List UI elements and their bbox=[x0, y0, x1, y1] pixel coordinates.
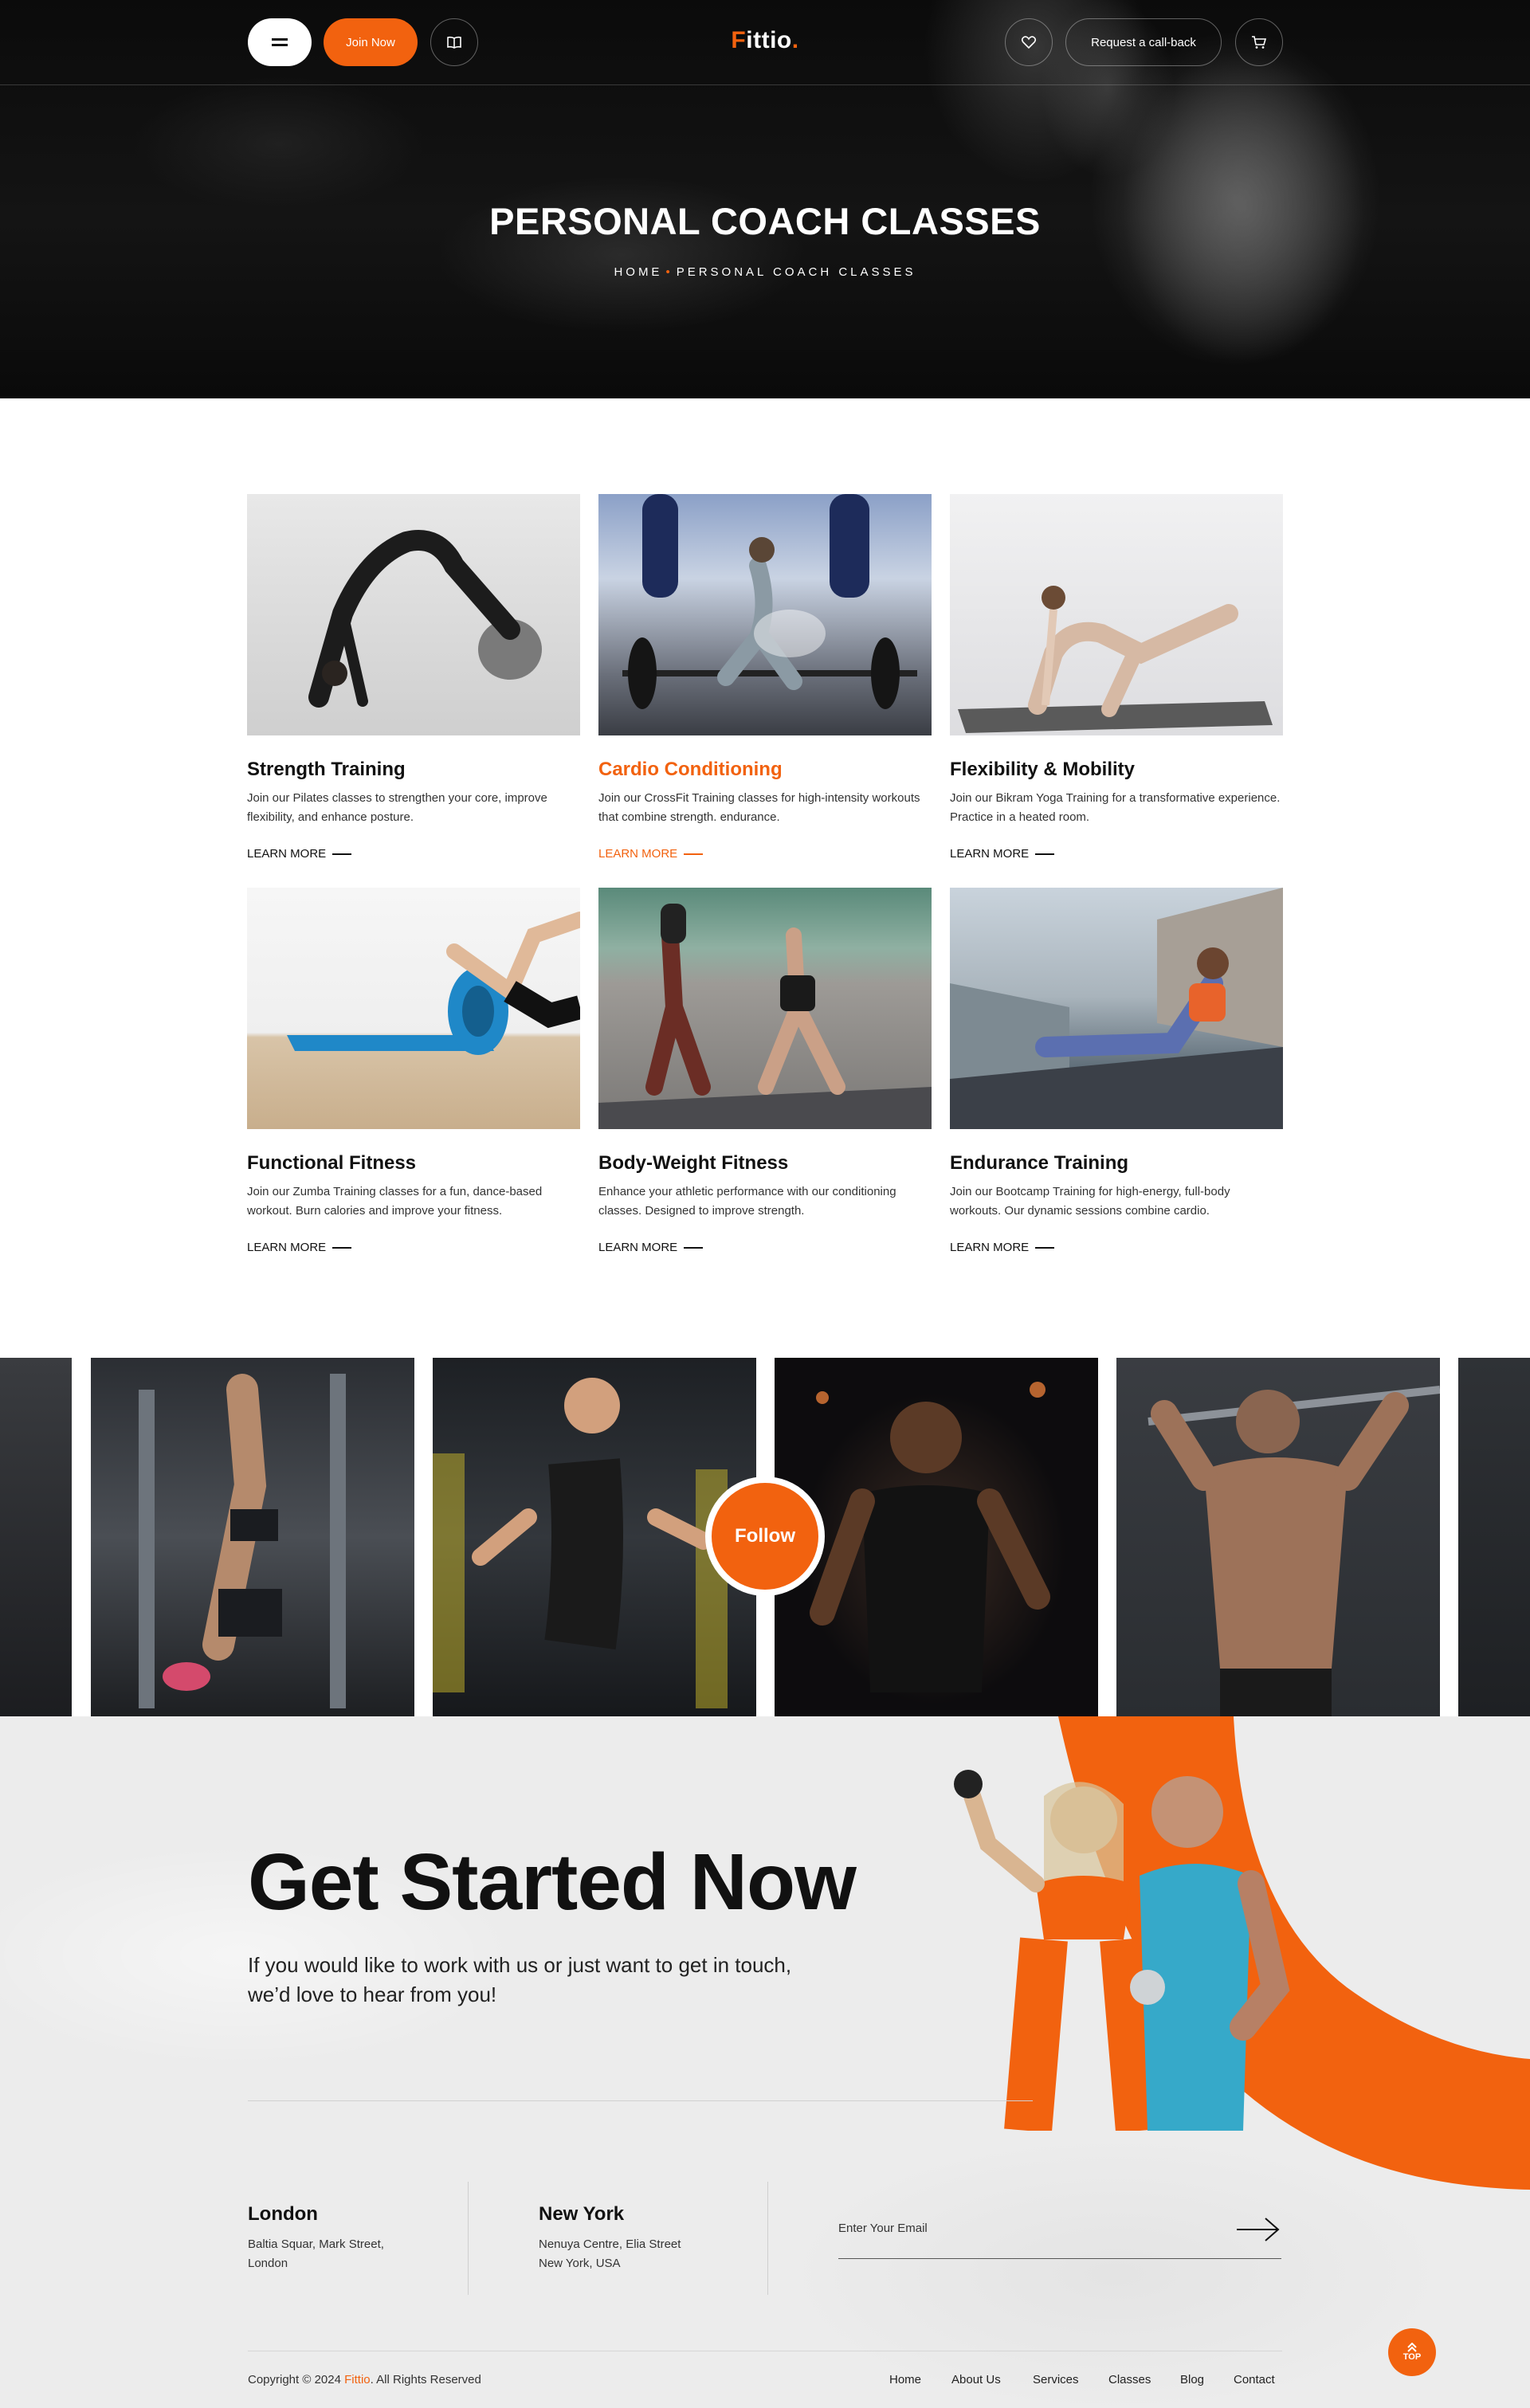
cta-subtitle: If you would like to work with us or jus… bbox=[248, 1953, 792, 2006]
office-city: New York bbox=[539, 2203, 625, 2225]
brand-logo[interactable]: Fittio. bbox=[685, 27, 845, 54]
class-description: Join our Zumba Training classes for a fu… bbox=[247, 1185, 543, 1218]
class-title[interactable]: Functional Fitness bbox=[247, 1152, 580, 1175]
page-title: PERSONAL COACH CLASSES bbox=[489, 200, 1041, 242]
follow-button[interactable]: Follow bbox=[705, 1477, 825, 1596]
double-chevron-up-icon bbox=[1407, 2343, 1417, 2352]
class-image[interactable] bbox=[247, 888, 580, 1129]
book-icon bbox=[447, 36, 461, 49]
gallery-image[interactable] bbox=[0, 1358, 72, 1716]
footer-link-classes[interactable]: Classes bbox=[1108, 2373, 1151, 2386]
dash-icon bbox=[684, 853, 704, 855]
class-card-bodyweight: Body-Weight Fitness Enhance your athleti… bbox=[598, 888, 932, 1254]
class-title[interactable]: Flexibility & Mobility bbox=[950, 759, 1283, 781]
top-navigation: Join Now Fittio. Request a call-back bbox=[0, 0, 1530, 85]
divider bbox=[248, 2100, 1033, 2101]
get-started-section bbox=[0, 1716, 1530, 2408]
back-to-top-label: TOP bbox=[1402, 2352, 1422, 2362]
office-city: London bbox=[248, 2203, 318, 2225]
class-description: Join our Bootcamp Training for high-ener… bbox=[950, 1185, 1230, 1218]
class-title[interactable]: Endurance Training bbox=[950, 1152, 1283, 1175]
learn-more-link[interactable]: LEARN MORE bbox=[598, 847, 932, 861]
office-new-york: New York Nenuya Centre, Elia Street New Y… bbox=[539, 2203, 738, 2273]
footer-link-services[interactable]: Services bbox=[1033, 2373, 1079, 2386]
request-callback-button[interactable]: Request a call-back bbox=[1065, 18, 1222, 66]
class-title[interactable]: Body-Weight Fitness bbox=[598, 1152, 932, 1175]
class-image[interactable] bbox=[950, 494, 1283, 735]
copyright-brand-link[interactable]: Fittio bbox=[344, 2373, 371, 2386]
back-to-top-button[interactable]: TOP bbox=[1388, 2328, 1436, 2376]
class-card-endurance: Endurance Training Join our Bootcamp Tra… bbox=[950, 888, 1283, 1254]
class-image[interactable] bbox=[950, 888, 1283, 1129]
class-card-cardio: Cardio Conditioning Join our CrossFit Tr… bbox=[598, 494, 932, 861]
class-image[interactable] bbox=[598, 888, 932, 1129]
hero-banner: Join Now Fittio. Request a call-back PER… bbox=[0, 0, 1530, 398]
wishlist-button[interactable] bbox=[1005, 18, 1053, 66]
copyright: Copyright © 2024 Fittio. All Rights Rese… bbox=[248, 2373, 481, 2386]
breadcrumb-separator: • bbox=[665, 265, 673, 279]
class-title[interactable]: Strength Training bbox=[247, 759, 580, 781]
class-image[interactable] bbox=[247, 494, 580, 735]
gallery-image[interactable] bbox=[91, 1358, 414, 1716]
email-input-underline bbox=[838, 2258, 1281, 2259]
cart-button[interactable] bbox=[1235, 18, 1283, 66]
dash-icon bbox=[684, 1246, 704, 1249]
class-card-strength: Strength Training Join our Pilates class… bbox=[247, 494, 580, 861]
learn-more-link[interactable]: LEARN MORE bbox=[950, 847, 1283, 861]
office-address: Baltia Squar, Mark Street, London bbox=[248, 2237, 384, 2270]
divider bbox=[468, 2182, 469, 2295]
class-image[interactable] bbox=[598, 494, 932, 735]
footer-link-about[interactable]: About Us bbox=[951, 2373, 1001, 2386]
breadcrumb-current: PERSONAL COACH CLASSES bbox=[676, 265, 916, 279]
dash-icon bbox=[1035, 853, 1055, 855]
footer-link-home[interactable]: Home bbox=[889, 2373, 921, 2386]
cart-icon bbox=[1252, 36, 1267, 49]
book-button[interactable] bbox=[430, 18, 478, 66]
arrow-right-icon[interactable] bbox=[1237, 2215, 1281, 2244]
breadcrumb-home[interactable]: HOME bbox=[614, 265, 662, 279]
menu-button[interactable] bbox=[248, 18, 312, 66]
learn-more-link[interactable]: LEARN MORE bbox=[598, 1241, 932, 1254]
footer-link-contact[interactable]: Contact bbox=[1234, 2373, 1275, 2386]
heart-icon bbox=[1021, 36, 1037, 49]
learn-more-link[interactable]: LEARN MORE bbox=[950, 1241, 1283, 1254]
join-now-button[interactable]: Join Now bbox=[324, 18, 418, 66]
learn-more-link[interactable]: LEARN MORE bbox=[247, 847, 580, 861]
gallery-image[interactable] bbox=[1116, 1358, 1440, 1716]
class-description: Join our CrossFit Training classes for h… bbox=[598, 791, 920, 824]
class-card-flexibility: Flexibility & Mobility Join our Bikram Y… bbox=[950, 494, 1283, 861]
dash-icon bbox=[332, 853, 352, 855]
class-title[interactable]: Cardio Conditioning bbox=[598, 759, 932, 781]
class-description: Join our Pilates classes to strengthen y… bbox=[247, 791, 547, 824]
class-description: Join our Bikram Yoga Training for a tran… bbox=[950, 791, 1281, 824]
hamburger-icon bbox=[272, 38, 288, 46]
footer-link-blog[interactable]: Blog bbox=[1180, 2373, 1204, 2386]
divider bbox=[767, 2182, 768, 2295]
class-card-functional: Functional Fitness Join our Zumba Traini… bbox=[247, 888, 580, 1254]
couple-image bbox=[954, 1770, 1290, 2131]
dash-icon bbox=[332, 1246, 352, 1249]
breadcrumb: HOME • PERSONAL COACH CLASSES bbox=[0, 265, 1530, 279]
gallery-image[interactable] bbox=[1458, 1358, 1530, 1716]
office-address: Nenuya Centre, Elia Street New York, USA bbox=[539, 2237, 681, 2270]
class-description: Enhance your athletic performance with o… bbox=[598, 1185, 896, 1218]
office-london: London Baltia Squar, Mark Street, London bbox=[248, 2203, 447, 2273]
dash-icon bbox=[1035, 1246, 1055, 1249]
email-input[interactable]: Enter Your Email bbox=[838, 2222, 928, 2235]
learn-more-link[interactable]: LEARN MORE bbox=[247, 1241, 580, 1254]
cta-title: Get Started Now bbox=[248, 1837, 857, 1927]
